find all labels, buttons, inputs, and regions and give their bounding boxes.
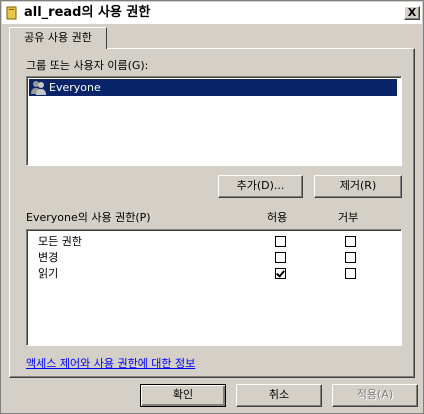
cancel-button[interactable]: 취소 (236, 384, 322, 407)
title-bar[interactable]: all_read의 사용 권한 X (2, 2, 422, 24)
user-listbox[interactable]: Everyone (26, 76, 402, 166)
close-button[interactable]: X (404, 6, 420, 20)
permissions-list: 모든 권한 변경 읽기 (26, 229, 402, 346)
permission-name: 모든 권한 (38, 235, 82, 248)
allow-checkbox-change[interactable] (275, 252, 286, 263)
apply-button[interactable]: 적용(A) (332, 384, 418, 407)
permissions-info-link[interactable]: 액세스 제어와 사용 권한에 대한 정보 (26, 357, 195, 371)
allow-checkbox-read[interactable] (275, 268, 286, 279)
permission-row-read: 읽기 (27, 266, 401, 281)
tab-share-permissions[interactable]: 공유 사용 권한 (9, 27, 107, 49)
users-group-icon (31, 81, 46, 95)
allow-checkbox-full-control[interactable] (275, 236, 286, 247)
remove-button[interactable]: 제거(R) (314, 175, 402, 198)
group-list-label: 그룹 또는 사용자 이름(G): (26, 59, 149, 72)
permission-name: 읽기 (38, 267, 59, 280)
deny-checkbox-read[interactable] (345, 268, 356, 279)
user-name: Everyone (49, 81, 101, 94)
permission-row-change: 변경 (27, 250, 401, 265)
deny-checkbox-full-control[interactable] (345, 236, 356, 247)
ok-button[interactable]: 확인 (140, 384, 226, 407)
window-title: all_read의 사용 권한 (24, 5, 151, 20)
tab-panel: 그룹 또는 사용자 이름(G): Everyone 추가(D)... 제거(R)… (9, 48, 415, 378)
permissions-dialog: all_read의 사용 권한 X 공유 사용 권한 그룹 또는 사용자 이름(… (0, 0, 424, 414)
list-item-everyone[interactable]: Everyone (29, 79, 397, 96)
permission-name: 변경 (38, 251, 59, 264)
deny-checkbox-change[interactable] (345, 252, 356, 263)
folder-icon (6, 6, 17, 20)
add-button[interactable]: 추가(D)... (218, 175, 303, 198)
permission-row-full-control: 모든 권한 (27, 234, 401, 249)
permissions-label: Everyone의 사용 권한(P) (26, 211, 151, 224)
deny-header: 거부 (338, 211, 359, 224)
allow-header: 허용 (267, 211, 288, 224)
